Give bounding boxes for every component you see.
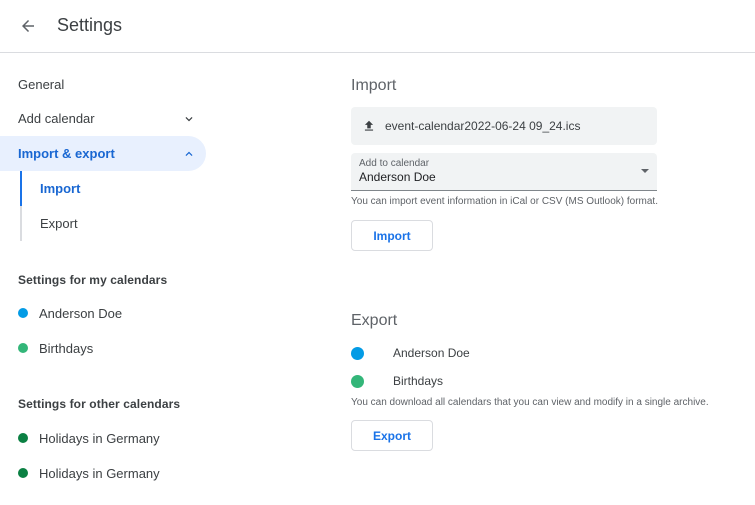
file-name: event-calendar2022-06-24 09_24.ics: [385, 119, 581, 133]
export-calendar-item: Birthdays: [351, 371, 443, 391]
calendar-name: Holidays in Germany: [39, 430, 160, 446]
dropdown-arrow-icon: [641, 169, 649, 173]
calendar-color-dot: [18, 433, 28, 443]
page-title: Settings: [57, 15, 123, 35]
arrow-back-icon: [22, 20, 34, 32]
sidebar-item-label: Import & export: [18, 146, 115, 161]
sidebar-calendar-item[interactable]: Birthdays: [18, 338, 93, 358]
calendar-name: Anderson Doe: [393, 346, 470, 360]
export-button[interactable]: Export: [351, 420, 433, 451]
add-to-calendar-select[interactable]: Add to calendar Anderson Doe: [351, 153, 657, 191]
chevron-up-icon: [185, 151, 193, 156]
my-calendars-heading: Settings for my calendars: [18, 273, 168, 287]
sidebar-item-label: General: [18, 77, 65, 92]
sidebar-subitem-import[interactable]: Import: [20, 171, 206, 206]
sidebar-item-label: Import: [40, 181, 81, 196]
file-picker[interactable]: event-calendar2022-06-24 09_24.ics: [351, 107, 657, 145]
calendar-name: Anderson Doe: [39, 305, 123, 321]
import-hint: You can import event information in iCal…: [351, 196, 658, 207]
calendar-color-dot: [351, 374, 364, 388]
calendar-color-dot: [351, 346, 364, 360]
sidebar-item-label: Export: [40, 216, 78, 231]
sidebar-calendar-item[interactable]: Anderson Doe: [18, 303, 122, 323]
import-button[interactable]: Import: [351, 220, 433, 251]
select-value: Anderson Doe: [359, 170, 436, 184]
sidebar-calendar-item[interactable]: Holidays in Germany: [18, 463, 160, 483]
sidebar-item-import-export[interactable]: Import & export: [0, 136, 206, 171]
upload-icon: [364, 120, 374, 131]
export-hint: You can download all calendars that you …: [351, 397, 709, 408]
sidebar-item-label: Add calendar: [18, 111, 95, 126]
back-button[interactable]: [14, 12, 42, 40]
import-heading: Import: [351, 77, 397, 94]
other-calendars-heading: Settings for other calendars: [18, 397, 181, 411]
top-bar: Settings: [0, 0, 755, 53]
calendar-name: Birthdays: [393, 374, 444, 388]
select-label: Add to calendar: [359, 158, 430, 169]
sidebar-item-general[interactable]: General: [0, 67, 206, 102]
chevron-down-icon: [185, 117, 193, 122]
calendar-name: Birthdays: [39, 340, 94, 356]
sidebar-item-add-calendar[interactable]: Add calendar: [0, 101, 206, 136]
calendar-color-dot: [18, 468, 28, 478]
export-heading: Export: [351, 312, 398, 329]
calendar-name: Holidays in Germany: [39, 465, 160, 481]
sidebar-subitem-export[interactable]: Export: [20, 206, 206, 241]
calendar-color-dot: [18, 308, 28, 318]
export-calendar-item: Anderson Doe: [351, 343, 470, 363]
calendar-color-dot: [18, 343, 28, 353]
sidebar-calendar-item[interactable]: Holidays in Germany: [18, 428, 160, 448]
